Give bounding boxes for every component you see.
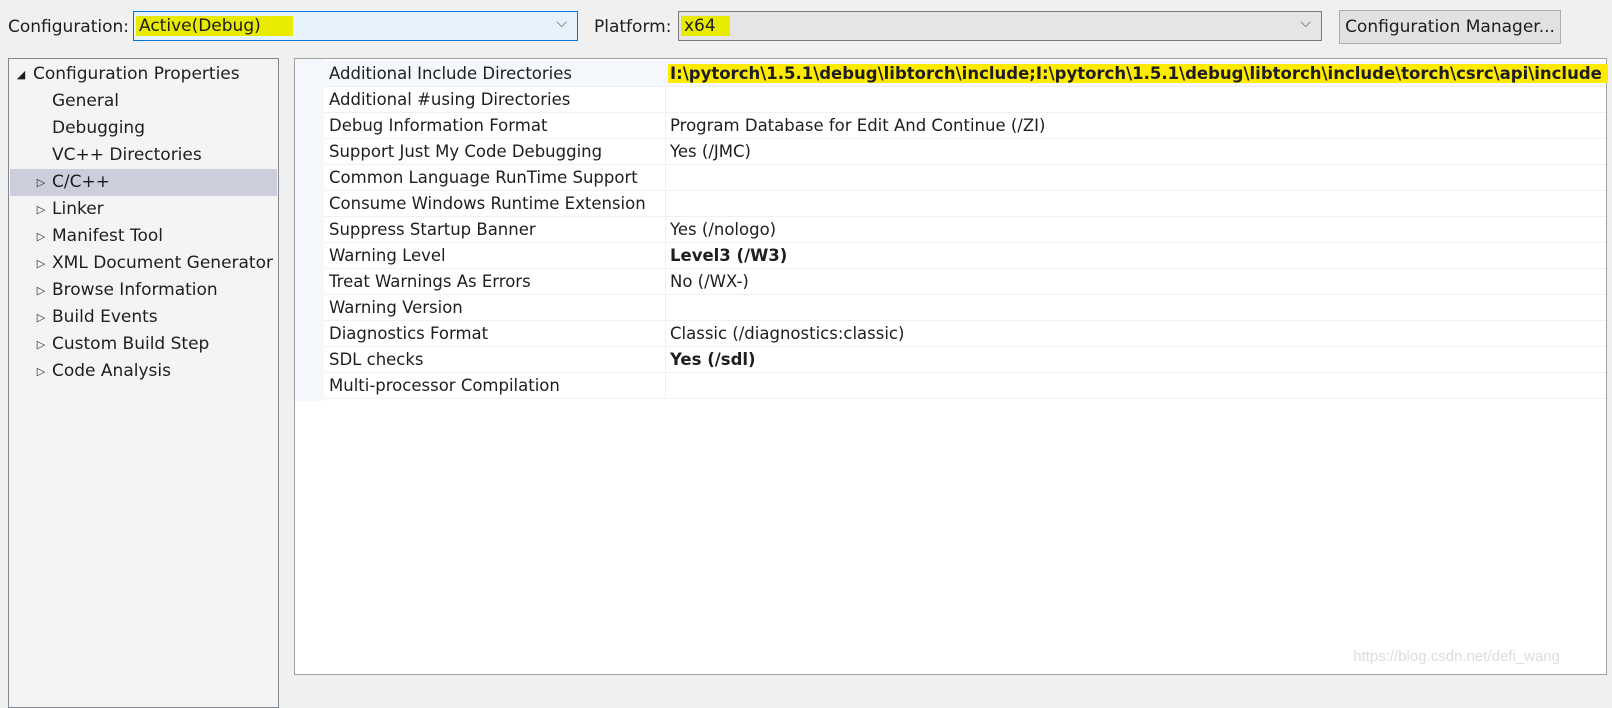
- column-divider: [665, 165, 666, 191]
- tree-item-vc-directories[interactable]: VC++ Directories: [10, 142, 277, 169]
- chevron-down-icon: ⌵: [1300, 15, 1311, 31]
- tree-item-label: Debugging: [52, 118, 145, 138]
- tree-item-code-analysis[interactable]: ▷ Code Analysis: [10, 358, 277, 385]
- property-value[interactable]: Program Database for Edit And Continue (…: [670, 116, 1045, 135]
- property-value[interactable]: No (/WX-): [670, 272, 749, 291]
- column-divider: [665, 243, 666, 269]
- column-divider: [665, 373, 666, 399]
- property-name: SDL checks: [329, 350, 424, 369]
- tree-item-label: Linker: [52, 199, 104, 219]
- property-name: Additional Include Directories: [329, 64, 572, 83]
- column-divider: [665, 87, 666, 113]
- tree-item-label: Manifest Tool: [52, 226, 163, 246]
- chevron-down-icon: ⌵: [556, 15, 567, 31]
- property-name: Common Language RunTime Support: [329, 168, 638, 187]
- column-divider: [665, 139, 666, 165]
- property-value[interactable]: Yes (/nologo): [670, 220, 776, 239]
- configuration-dropdown[interactable]: Active(Debug) ⌵: [133, 11, 578, 41]
- property-grid-gutter: [295, 59, 324, 401]
- configuration-value: Active(Debug): [136, 16, 293, 36]
- property-name: Multi-processor Compilation: [329, 376, 560, 395]
- tree-item-label: Configuration Properties: [33, 64, 240, 84]
- collapsed-arrow-icon[interactable]: ▷: [34, 169, 48, 196]
- platform-value: x64: [681, 16, 730, 36]
- property-row[interactable]: Debug Information Format Program Databas…: [324, 113, 1606, 139]
- property-name: Consume Windows Runtime Extension: [329, 194, 646, 213]
- tree-item-linker[interactable]: ▷ Linker: [10, 196, 277, 223]
- tree-item-custom-build-step[interactable]: ▷ Custom Build Step: [10, 331, 277, 358]
- property-name: Debug Information Format: [329, 116, 548, 135]
- tree-item-manifest-tool[interactable]: ▷ Manifest Tool: [10, 223, 277, 250]
- column-divider: [665, 217, 666, 243]
- collapsed-arrow-icon[interactable]: ▷: [34, 196, 48, 223]
- tree-item-label: XML Document Generator: [52, 253, 273, 273]
- column-divider: [665, 61, 666, 87]
- property-row[interactable]: Warning Version: [324, 295, 1606, 321]
- collapsed-arrow-icon[interactable]: ▷: [34, 304, 48, 331]
- property-grid: Additional Include Directories I:\pytorc…: [294, 58, 1608, 675]
- property-value[interactable]: Yes (/JMC): [670, 142, 751, 161]
- tree-item-debugging[interactable]: Debugging: [10, 115, 277, 142]
- configuration-toolbar: Configuration: Active(Debug) ⌵ Platform:…: [0, 0, 1612, 55]
- configuration-manager-button[interactable]: Configuration Manager...: [1339, 10, 1561, 44]
- column-divider: [665, 113, 666, 139]
- property-name: Warning Version: [329, 298, 463, 317]
- property-name: Warning Level: [329, 246, 446, 265]
- tree-item-label: VC++ Directories: [52, 145, 202, 165]
- property-row[interactable]: Consume Windows Runtime Extension: [324, 191, 1606, 217]
- configuration-label: Configuration:: [8, 17, 130, 37]
- property-row[interactable]: Treat Warnings As Errors No (/WX-): [324, 269, 1606, 295]
- property-row[interactable]: Multi-processor Compilation: [324, 373, 1606, 399]
- watermark: https://blog.csdn.net/defi_wang: [1353, 648, 1560, 665]
- tree-item-label: C/C++: [52, 172, 110, 192]
- property-pages-tree: ◢ Configuration Properties General Debug…: [8, 58, 279, 708]
- column-divider: [665, 321, 666, 347]
- column-divider: [665, 191, 666, 217]
- property-row[interactable]: Support Just My Code Debugging Yes (/JMC…: [324, 139, 1606, 165]
- property-name: Support Just My Code Debugging: [329, 142, 603, 161]
- collapsed-arrow-icon[interactable]: ▷: [34, 250, 48, 277]
- property-row[interactable]: Common Language RunTime Support: [324, 165, 1606, 191]
- property-row[interactable]: Additional #using Directories: [324, 87, 1606, 113]
- tree-item-c-cpp[interactable]: ▷ C/C++: [10, 169, 277, 196]
- tree-item-label: Code Analysis: [52, 361, 171, 381]
- property-name: Diagnostics Format: [329, 324, 489, 343]
- collapsed-arrow-icon[interactable]: ▷: [34, 358, 48, 385]
- property-row[interactable]: Warning Level Level3 (/W3): [324, 243, 1606, 269]
- property-value[interactable]: Level3 (/W3): [670, 246, 787, 265]
- property-value[interactable]: I:\pytorch\1.5.1\debug\libtorch\include;…: [668, 64, 1608, 83]
- tree-item-general[interactable]: General: [10, 88, 277, 115]
- collapsed-arrow-icon[interactable]: ▷: [34, 223, 48, 250]
- property-row[interactable]: Diagnostics Format Classic (/diagnostics…: [324, 321, 1606, 347]
- property-row[interactable]: SDL checks Yes (/sdl): [324, 347, 1606, 373]
- property-value[interactable]: Classic (/diagnostics:classic): [670, 324, 904, 343]
- property-row[interactable]: Suppress Startup Banner Yes (/nologo): [324, 217, 1606, 243]
- platform-label: Platform:: [594, 17, 672, 37]
- column-divider: [665, 269, 666, 295]
- collapsed-arrow-icon[interactable]: ▷: [34, 331, 48, 358]
- platform-dropdown[interactable]: x64 ⌵: [678, 11, 1322, 41]
- property-name: Additional #using Directories: [329, 90, 571, 109]
- tree-item-configuration-properties[interactable]: ◢ Configuration Properties: [10, 61, 277, 88]
- tree-item-label: Browse Information: [52, 280, 218, 300]
- tree-item-label: Build Events: [52, 307, 158, 327]
- tree-item-xml-document-generator[interactable]: ▷ XML Document Generator: [10, 250, 277, 277]
- column-divider: [665, 295, 666, 321]
- collapsed-arrow-icon[interactable]: ▷: [34, 277, 48, 304]
- tree-item-label: General: [52, 91, 119, 111]
- column-divider: [665, 347, 666, 373]
- property-name: Suppress Startup Banner: [329, 220, 536, 239]
- expanded-arrow-icon[interactable]: ◢: [14, 61, 28, 88]
- property-row[interactable]: Additional Include Directories I:\pytorc…: [324, 61, 1608, 87]
- tree-item-build-events[interactable]: ▷ Build Events: [10, 304, 277, 331]
- property-name: Treat Warnings As Errors: [329, 272, 531, 291]
- property-value[interactable]: Yes (/sdl): [670, 350, 756, 369]
- tree-item-browse-information[interactable]: ▷ Browse Information: [10, 277, 277, 304]
- tree-item-label: Custom Build Step: [52, 334, 210, 354]
